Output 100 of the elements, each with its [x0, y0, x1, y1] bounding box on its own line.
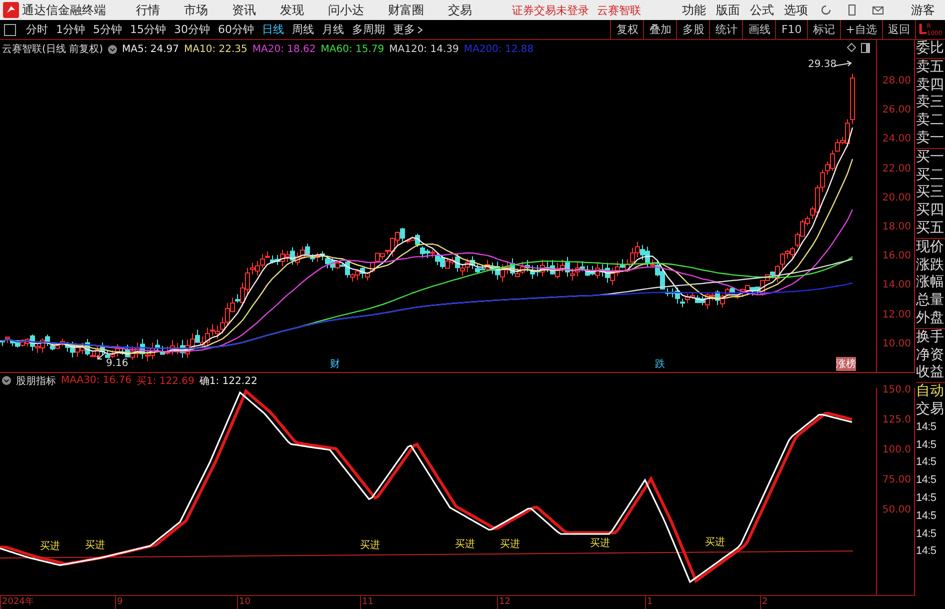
- user-label[interactable]: 游客: [911, 2, 935, 18]
- trade-label: 交易: [916, 400, 945, 419]
- buy-signal-label: 买进: [85, 540, 105, 552]
- price-axis-label: 16.00: [882, 250, 911, 262]
- auto-trade-label[interactable]: 自动: [916, 382, 945, 401]
- menu-item[interactable]: 财富圈: [388, 2, 424, 18]
- date-axis-label: 1: [645, 596, 653, 609]
- indicator-name: 股朋指标: [16, 374, 56, 388]
- period-tab[interactable]: 多周期: [348, 22, 389, 37]
- price-axis-label: 20.00: [882, 192, 911, 204]
- high-price-label: 29.38: [808, 59, 837, 70]
- menu-item[interactable]: 公式: [750, 2, 774, 18]
- quote-label: 委比: [916, 40, 945, 58]
- toolbar-button[interactable]: 画线: [742, 20, 776, 40]
- status-notice[interactable]: 证券交易未登录: [512, 2, 589, 18]
- price-axis-label: 14.00: [882, 280, 911, 291]
- phone-icon[interactable]: [846, 4, 858, 16]
- indicator-axis-label: 150.0: [882, 384, 911, 396]
- menu-item[interactable]: 资讯: [232, 2, 256, 18]
- period-tab[interactable]: 5分钟: [89, 22, 126, 37]
- refresh-icon[interactable]: [820, 4, 832, 16]
- indicator-axis-label: 75.00: [882, 474, 911, 486]
- time-label: 14:5: [916, 438, 938, 453]
- panel-icon[interactable]: [861, 43, 870, 53]
- quote-label: 换手: [916, 328, 945, 347]
- ma-legend-label: MA120: 14.39: [389, 44, 459, 54]
- toolbar-button[interactable]: 返回: [882, 20, 915, 40]
- menu-item[interactable]: 功能: [682, 2, 706, 18]
- price-axis-label: 10.00: [882, 338, 911, 350]
- quote-label: 卖三: [916, 94, 945, 112]
- menu-item[interactable]: 发现: [280, 2, 304, 18]
- time-label: 14:5: [916, 544, 938, 560]
- period-tab[interactable]: 30分钟: [170, 22, 214, 37]
- price-axis-label: 22.00: [882, 163, 911, 174]
- time-label: 14:5: [916, 455, 938, 470]
- app-title: 通达信金融终端: [22, 2, 106, 18]
- ma-legend-label: MA20: 18.62: [252, 44, 316, 54]
- indicator-axis-label: 100.0: [882, 444, 911, 456]
- period-tab[interactable]: 1分钟: [52, 22, 89, 37]
- date-axis-label: 12: [497, 596, 510, 609]
- period-tab[interactable]: 日线: [258, 22, 288, 37]
- period-tab[interactable]: 60分钟: [214, 22, 258, 37]
- quote-label: 现价: [916, 238, 945, 257]
- dropdown-icon[interactable]: [108, 44, 117, 54]
- corner-l-label: L: [918, 22, 927, 38]
- quote-label: 卖二: [916, 112, 945, 130]
- period-tab[interactable]: 分时: [22, 22, 52, 37]
- buy-signal-label: 买进: [40, 541, 60, 552]
- indicator-value: MAA30: 16.76: [61, 375, 132, 386]
- period-tab[interactable]: 15分钟: [126, 22, 170, 37]
- toolbar-button[interactable]: 标记: [806, 20, 840, 40]
- price-axis-label: 24.00: [882, 134, 911, 145]
- quote-label: 买二: [916, 166, 945, 184]
- indicator-axis-label: 125.0: [882, 414, 911, 426]
- period-tab[interactable]: 周线: [288, 22, 318, 37]
- diamond-icon[interactable]: [847, 43, 856, 52]
- time-label: 14:5: [916, 526, 938, 542]
- status-notice[interactable]: 云赛智联: [597, 2, 641, 18]
- mail-icon[interactable]: [872, 4, 884, 16]
- buy-signal-label: 买进: [500, 538, 520, 550]
- quote-label: 卖五: [916, 58, 945, 77]
- menu-item[interactable]: 版面: [716, 2, 740, 18]
- toolbar-button[interactable]: F10: [775, 20, 807, 40]
- quote-label: 总量: [916, 292, 945, 310]
- menu-item[interactable]: 市场: [184, 2, 208, 18]
- menu-item[interactable]: 交易: [448, 2, 472, 18]
- time-label: 14:5: [916, 490, 938, 506]
- quote-label: 买四: [916, 202, 945, 220]
- ma-legend-label: MA5: 24.97: [122, 44, 179, 54]
- period-tab[interactable]: 月线: [318, 22, 348, 37]
- period-tab[interactable]: 更多: [389, 22, 427, 37]
- chart-marker-label: 财: [330, 358, 340, 371]
- buy-signal-label: 买进: [705, 537, 725, 548]
- toolbar-button[interactable]: 多股: [676, 20, 710, 40]
- toolbar-button[interactable]: 统计: [709, 20, 742, 40]
- dropdown-icon[interactable]: [2, 376, 11, 385]
- quote-label: 买五: [916, 220, 945, 238]
- quote-label: 涨跌: [916, 256, 945, 274]
- date-axis-label: 2024年: [0, 596, 34, 609]
- indicator-axis-label: 50.00: [882, 504, 911, 516]
- panel-toggle-icon[interactable]: [4, 24, 16, 36]
- chevron-icon: [417, 26, 423, 34]
- app-logo-icon: [3, 2, 19, 18]
- price-axis-label: 26.00: [882, 104, 911, 116]
- menu-item[interactable]: 行情: [136, 2, 160, 18]
- time-label: 14:5: [916, 420, 938, 435]
- quote-label: 买三: [916, 184, 945, 202]
- buy-signal-label: 买进: [590, 538, 610, 549]
- price-axis-label: 12.00: [882, 309, 911, 320]
- menu-item[interactable]: 选项: [784, 2, 808, 18]
- buy-signal-label: 买进: [455, 539, 475, 550]
- quote-label: 收益: [916, 364, 945, 382]
- toolbar-button[interactable]: 叠加: [643, 20, 676, 40]
- toolbar-button[interactable]: 复权: [610, 20, 644, 40]
- quote-label: 买一: [916, 148, 945, 167]
- indicator-value: 买1: 122.69: [136, 374, 194, 388]
- menu-item[interactable]: 问小达: [328, 2, 364, 18]
- toolbar-button[interactable]: +自选: [840, 20, 882, 40]
- low-price-label: 9.16: [106, 358, 128, 369]
- time-label: 14:5: [916, 473, 938, 488]
